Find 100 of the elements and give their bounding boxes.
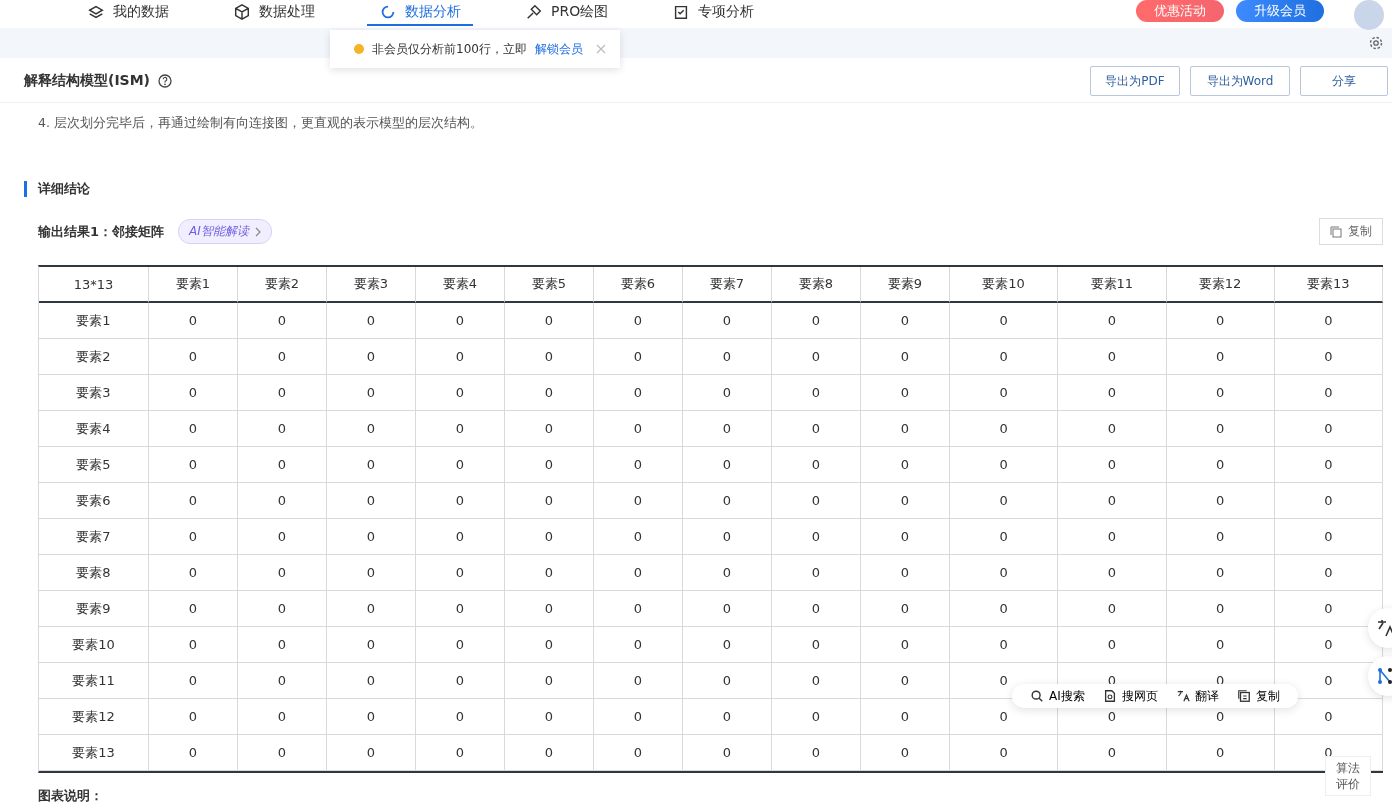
rating-button[interactable]: 算法评价 <box>1325 756 1371 796</box>
table-cell: 0 <box>683 591 772 627</box>
nav-tab[interactable]: 我的数据 <box>75 0 181 26</box>
translate-icon <box>1175 689 1190 703</box>
table-cell: 0 <box>327 555 416 591</box>
ring-icon <box>379 3 397 21</box>
table-cell: 0 <box>505 735 594 771</box>
column-header: 要素7 <box>683 267 772 303</box>
table-cell: 0 <box>1166 591 1275 627</box>
table-cell: 0 <box>1274 555 1383 591</box>
table-cell: 0 <box>1166 483 1275 519</box>
row-header: 要素4 <box>39 411 149 447</box>
table-cell: 0 <box>327 483 416 519</box>
column-header: 要素11 <box>1058 267 1167 303</box>
layers-icon <box>87 3 105 21</box>
notice-text: 非会员仅分析前100行，立即 <box>372 40 527 58</box>
table-cell: 0 <box>594 555 683 591</box>
table-cell: 0 <box>861 519 950 555</box>
unlock-link[interactable]: 解锁会员 <box>534 40 583 58</box>
table-cell: 0 <box>1274 303 1383 339</box>
table-cell: 0 <box>505 483 594 519</box>
row-header: 要素10 <box>39 627 149 663</box>
nav-tab[interactable]: 数据分析 <box>367 0 473 26</box>
row-header: 要素7 <box>39 519 149 555</box>
table-cell: 0 <box>149 699 238 735</box>
table-cell: 0 <box>1058 303 1167 339</box>
column-header: 要素2 <box>238 267 327 303</box>
table-cell: 0 <box>505 519 594 555</box>
table-cell: 0 <box>149 735 238 771</box>
table-cell: 0 <box>950 375 1059 411</box>
table-cell: 0 <box>149 375 238 411</box>
page-title: 解释结构模型(ISM) <box>24 72 151 90</box>
table-cell: 0 <box>327 627 416 663</box>
help-icon[interactable] <box>158 74 173 88</box>
table-cell: 0 <box>772 411 861 447</box>
nav-tab[interactable]: PRO绘图 <box>513 0 621 26</box>
ai-interpret-chip[interactable]: AI智能解读 <box>178 219 272 244</box>
nav-tab[interactable]: 专项分析 <box>660 0 767 26</box>
table-cell: 0 <box>238 375 327 411</box>
table-cell: 0 <box>505 627 594 663</box>
table-cell: 0 <box>327 663 416 699</box>
document-icon <box>1102 689 1117 703</box>
section-marker <box>24 181 27 197</box>
table-cell: 0 <box>1166 627 1275 663</box>
table-cell: 0 <box>683 663 772 699</box>
table-cell: 0 <box>950 735 1059 771</box>
column-header: 要素10 <box>950 267 1059 303</box>
header-button[interactable]: 导出为Word <box>1190 66 1290 96</box>
table-cell: 0 <box>416 555 505 591</box>
section-title: 详细结论 <box>38 180 90 198</box>
result-title: 输出结果1：邻接矩阵 <box>38 222 165 241</box>
table-cell: 0 <box>1166 375 1275 411</box>
table-cell: 0 <box>238 663 327 699</box>
table-cell: 0 <box>505 411 594 447</box>
settings-icon[interactable] <box>1368 35 1384 51</box>
table-cell: 0 <box>238 519 327 555</box>
table-cell: 0 <box>861 483 950 519</box>
table-cell: 0 <box>1058 519 1167 555</box>
table-cell: 0 <box>772 699 861 735</box>
nav-tab[interactable]: 数据处理 <box>221 0 327 26</box>
table-cell: 0 <box>594 483 683 519</box>
row-header: 要素2 <box>39 339 149 375</box>
table-cell: 0 <box>238 339 327 375</box>
table-cell: 0 <box>1274 519 1383 555</box>
table-cell: 0 <box>861 447 950 483</box>
table-cell: 0 <box>505 303 594 339</box>
row-header: 要素8 <box>39 555 149 591</box>
table-cell: 0 <box>683 447 772 483</box>
table-cell: 0 <box>1058 591 1167 627</box>
table-cell: 0 <box>416 519 505 555</box>
table-cell: 0 <box>416 375 505 411</box>
copy-button[interactable]: 复制 <box>1319 218 1383 245</box>
table-cell: 0 <box>683 555 772 591</box>
header-button[interactable]: 导出为PDF <box>1090 66 1180 96</box>
table-cell: 0 <box>772 483 861 519</box>
table-cell: 0 <box>861 735 950 771</box>
table-cell: 0 <box>238 483 327 519</box>
table-cell: 0 <box>950 339 1059 375</box>
header-button[interactable]: 分享 <box>1300 66 1388 96</box>
column-header: 要素8 <box>772 267 861 303</box>
column-header: 要素5 <box>505 267 594 303</box>
table-cell: 0 <box>861 303 950 339</box>
copy-icon <box>1236 689 1251 703</box>
row-header: 要素13 <box>39 735 149 771</box>
table-cell: 0 <box>1166 555 1275 591</box>
upgrade-button[interactable]: 升级会员 <box>1236 0 1324 22</box>
table-cell: 0 <box>149 339 238 375</box>
table-cell: 0 <box>861 699 950 735</box>
table-cell: 0 <box>1166 519 1275 555</box>
table-cell: 0 <box>238 555 327 591</box>
table-cell: 0 <box>1058 411 1167 447</box>
table-cell: 0 <box>238 699 327 735</box>
table-cell: 0 <box>772 663 861 699</box>
table-cell: 0 <box>327 303 416 339</box>
table-cell: 0 <box>594 339 683 375</box>
table-cell: 0 <box>416 663 505 699</box>
table-cell: 0 <box>149 519 238 555</box>
table-cell: 0 <box>416 339 505 375</box>
translate-icon <box>1376 618 1392 638</box>
table-cell: 0 <box>594 375 683 411</box>
